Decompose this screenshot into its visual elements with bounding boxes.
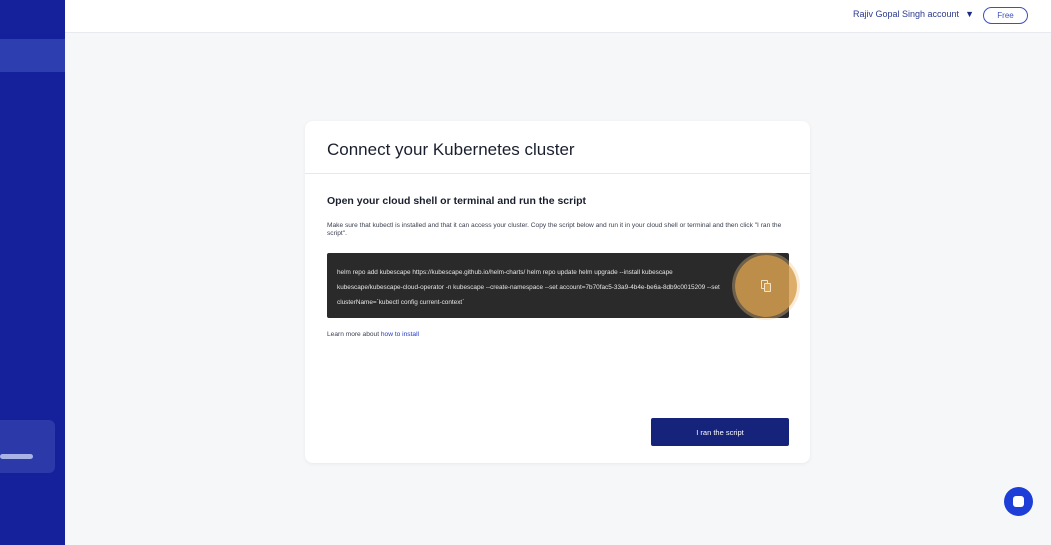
plan-badge[interactable]: Free xyxy=(983,7,1028,24)
sidebar-item-active[interactable] xyxy=(0,39,65,72)
divider xyxy=(305,173,810,174)
account-label: Rajiv Gopal Singh account xyxy=(853,9,960,19)
connect-cluster-card: Connect your Kubernetes cluster Open you… xyxy=(305,121,810,463)
copy-button[interactable] xyxy=(735,255,797,317)
top-header: Rajiv Gopal Singh account ▼ Free ? xyxy=(65,0,1051,33)
sidebar-card-bar xyxy=(0,454,33,459)
copy-icon xyxy=(761,280,771,292)
learn-more-text: Learn more about how to install xyxy=(327,331,419,338)
chat-button[interactable] xyxy=(1004,487,1033,516)
learn-more-prefix: Learn more about xyxy=(327,331,381,338)
how-to-install-link[interactable]: how to install xyxy=(381,331,419,338)
page-title: Connect your Kubernetes cluster xyxy=(327,140,575,159)
chat-icon xyxy=(1013,496,1024,507)
chevron-down-icon: ▼ xyxy=(965,9,974,19)
ran-script-button[interactable]: I ran the script xyxy=(651,418,789,446)
account-switcher[interactable]: Rajiv Gopal Singh account ▼ xyxy=(853,9,974,19)
script-block: helm repo add kubescape https://kubescap… xyxy=(327,253,797,318)
sidebar xyxy=(0,0,65,545)
instruction-text: Make sure that kubectl is installed and … xyxy=(327,222,782,237)
section-title: Open your cloud shell or terminal and ru… xyxy=(327,195,587,207)
script-text[interactable]: helm repo add kubescape https://kubescap… xyxy=(337,265,722,310)
sidebar-card[interactable] xyxy=(0,420,55,473)
